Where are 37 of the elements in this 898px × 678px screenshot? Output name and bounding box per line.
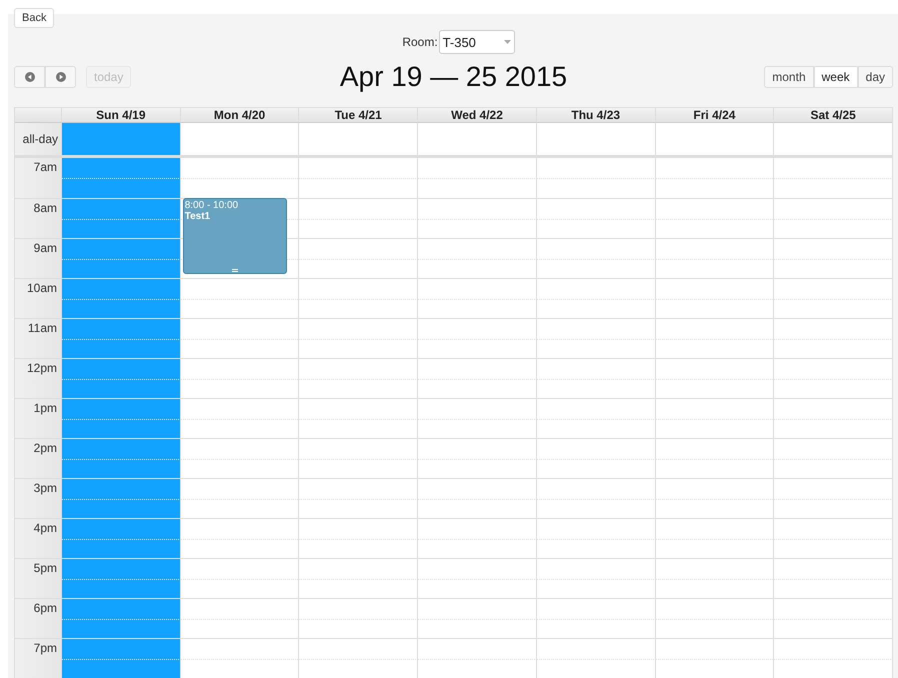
next-icon: [56, 72, 66, 82]
hour-label: 6pm: [34, 601, 57, 615]
event-title: Test1: [184, 211, 210, 223]
all-day-label: all-day: [15, 123, 61, 155]
hour-label: 7am: [34, 160, 57, 174]
room-select[interactable]: T-350: [438, 30, 515, 54]
previous-icon: [24, 72, 34, 82]
hour-label: 11am: [28, 321, 57, 335]
hour-label: 2pm: [34, 441, 57, 455]
next-button[interactable]: [45, 66, 76, 88]
hour-label: 3pm: [34, 481, 57, 495]
hour-label: 4pm: [34, 521, 57, 535]
resize-handle-icon[interactable]: [232, 269, 238, 272]
hour-label: 5pm: [34, 561, 57, 575]
day-header: Sat 4/25: [773, 108, 892, 123]
hour-label: 9am: [34, 241, 57, 255]
hour-label: 12pm: [26, 361, 57, 375]
day-header: Sun 4/19: [61, 108, 180, 123]
view-button[interactable]: week: [814, 66, 858, 88]
previous-button[interactable]: [14, 66, 45, 88]
hour-label: 8am: [34, 201, 57, 215]
header-corner: [15, 108, 61, 123]
view-button[interactable]: day: [858, 66, 893, 88]
hour-label: 1pm: [34, 401, 57, 415]
hour-label: 7pm: [34, 641, 57, 655]
event-time: 8:00 - 10:00: [184, 200, 238, 211]
day-header: Tue 4/21: [298, 108, 418, 123]
day-header: Thu 4/23: [536, 108, 655, 123]
day-header: Fri 4/24: [654, 108, 774, 123]
back-button[interactable]: Back: [14, 8, 54, 28]
view-button[interactable]: month: [764, 66, 814, 88]
room-label: Room:: [402, 35, 438, 49]
day-header: Mon 4/20: [180, 108, 298, 123]
hour-label: 10am: [26, 281, 57, 295]
caret-icon: [504, 40, 511, 44]
date-range-title: Apr 19 — 25 2015: [340, 61, 568, 93]
day-header: Wed 4/22: [417, 108, 536, 123]
